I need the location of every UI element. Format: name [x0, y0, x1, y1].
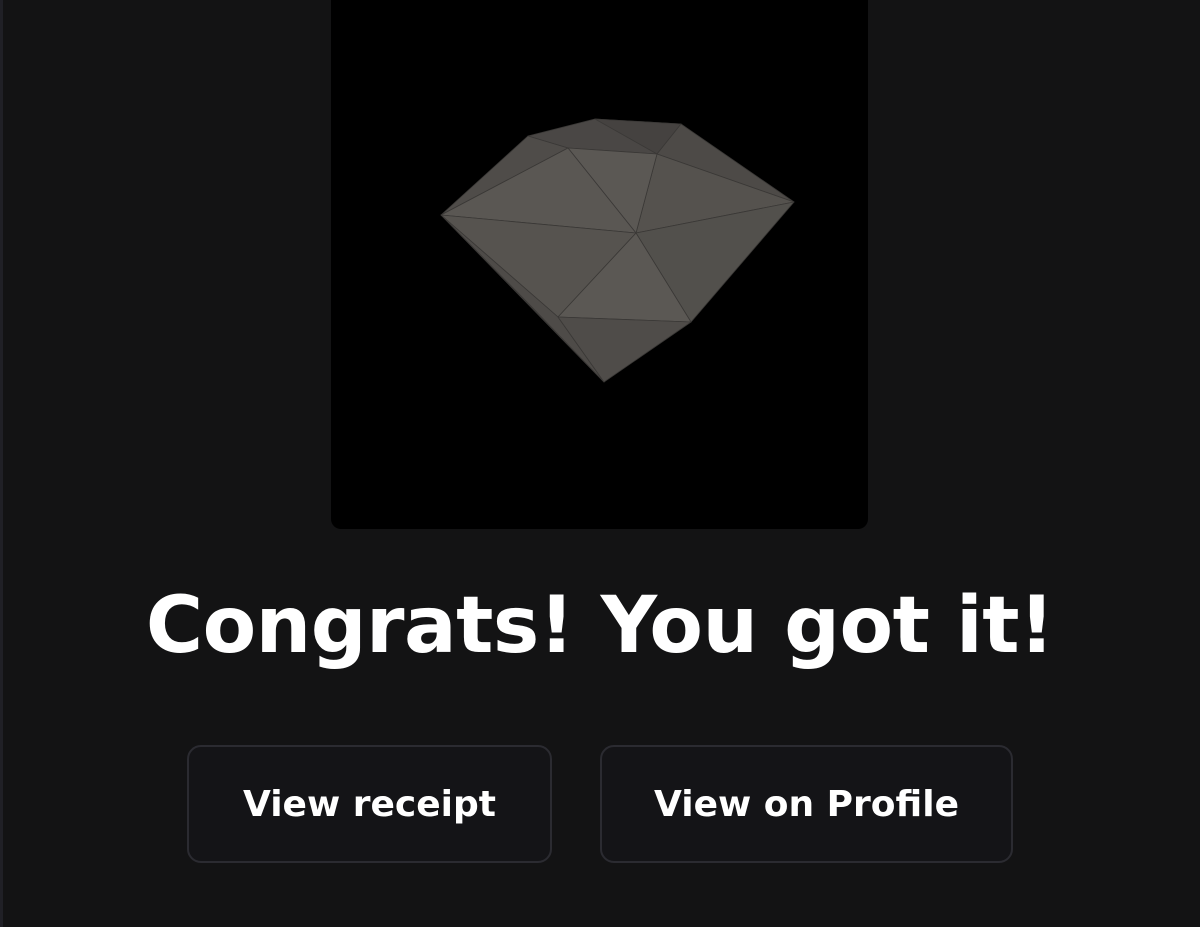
view-receipt-label: View receipt	[242, 783, 497, 825]
window-edge	[0, 0, 3, 927]
view-receipt-button[interactable]: View receipt	[187, 745, 552, 863]
collectible-preview	[331, 0, 868, 529]
view-on-profile-button[interactable]: View on Profile	[600, 745, 1013, 863]
view-on-profile-label: View on Profile	[654, 783, 959, 825]
gem-icon	[440, 118, 795, 383]
success-headline: Congrats! You got it!	[145, 581, 1055, 671]
